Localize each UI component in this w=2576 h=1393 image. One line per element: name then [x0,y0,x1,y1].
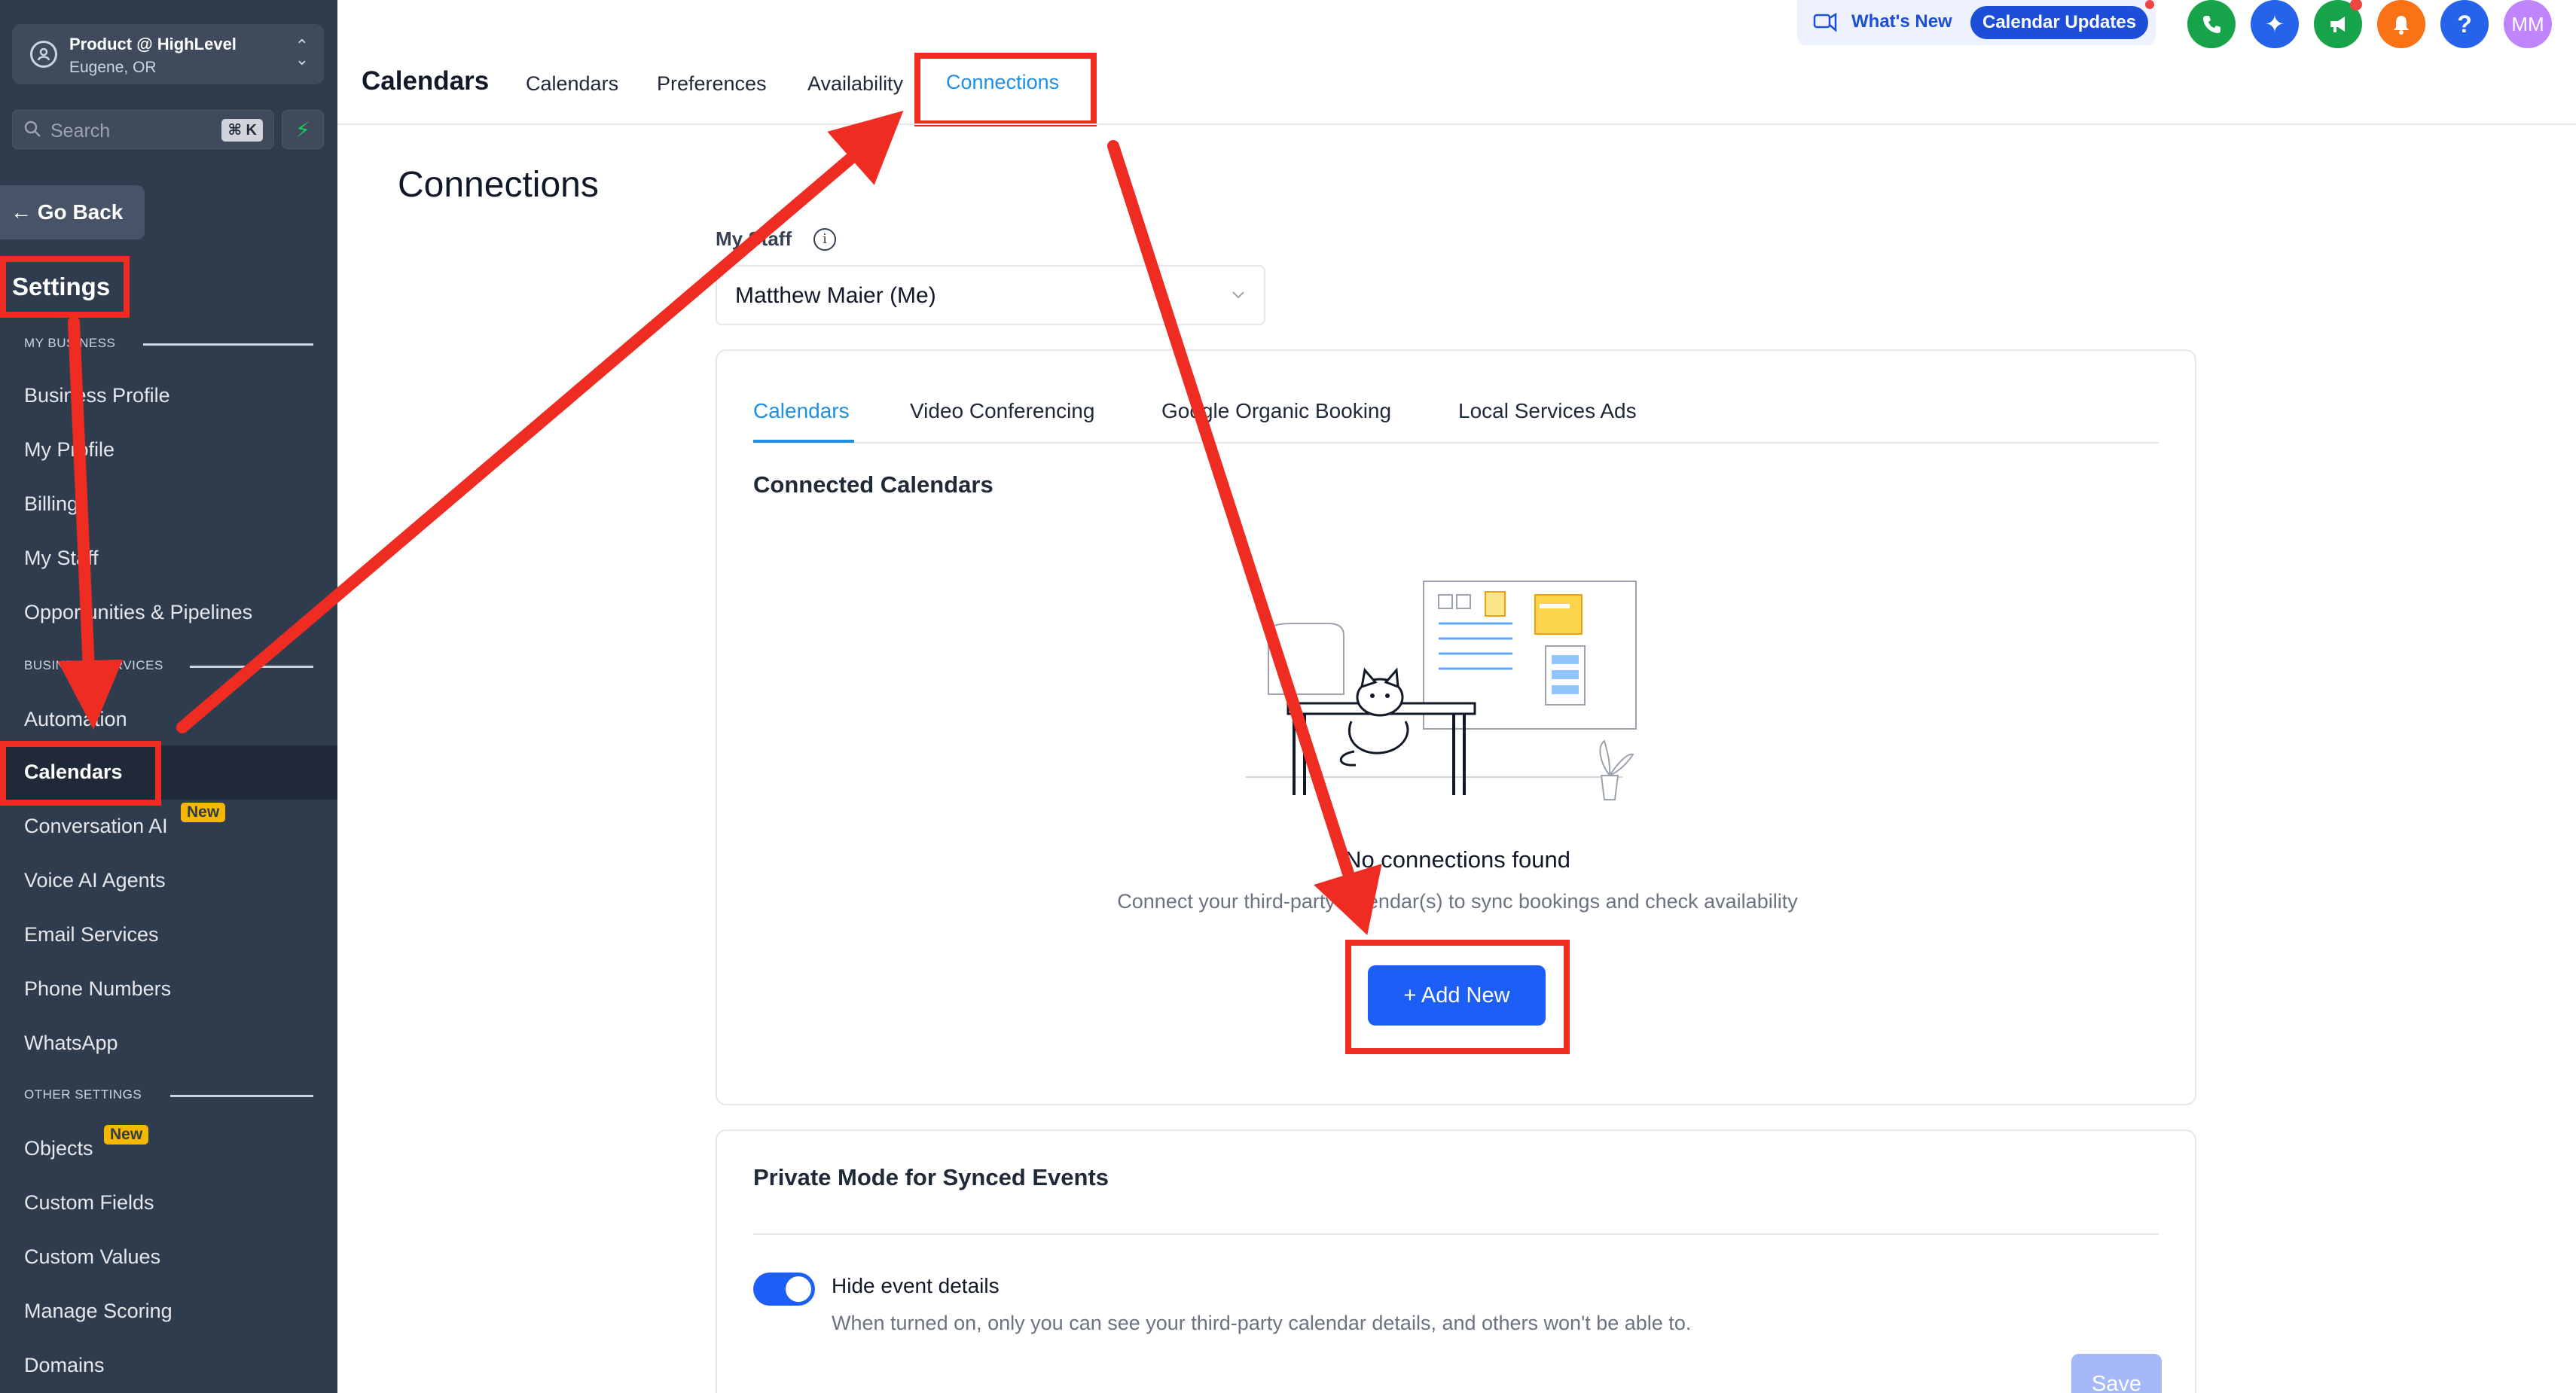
arrow-left-icon: ← [11,200,32,224]
staff-label: My Staff [716,227,792,250]
notification-dot [2350,0,2362,11]
whats-new-bar[interactable]: What's New Calendar Updates [1797,0,2156,45]
settings-title: Settings [0,256,130,318]
tab-availability[interactable]: Availability [807,72,903,96]
header-divider [337,123,2576,125]
card-divider [753,1233,2159,1235]
sidebar: Product @ HighLevel Eugene, OR ⌃ ⌄ Search… [0,0,337,1393]
sparkle-icon[interactable]: ✦ [2251,0,2299,48]
sidebar-item-business-profile[interactable]: Business Profile [24,384,170,407]
section-business-services: BUSINESS SERVICES [24,658,163,672]
sidebar-item-whatsapp[interactable]: WhatsApp [24,1032,118,1055]
bell-icon[interactable] [2377,0,2425,48]
sidebar-item-my-staff[interactable]: My Staff [24,547,99,570]
new-badge: New [104,1125,149,1145]
toggle-knob [786,1276,811,1302]
section-divider [190,666,313,668]
sidebar-item-custom-values[interactable]: Custom Values [24,1245,160,1269]
announcement-icon[interactable] [2314,0,2362,48]
go-back-label: Go Back [37,200,124,224]
search-shortcut: ⌘ K [221,119,263,142]
sidebar-item-conversation-ai[interactable]: Conversation AI [24,815,168,838]
user-circle-icon [30,41,57,68]
sidebar-item-manage-scoring[interactable]: Manage Scoring [24,1300,172,1323]
search-input[interactable]: Search ⌘ K [12,110,274,149]
app-title: Calendars [362,66,490,96]
new-badge: New [181,803,226,822]
subtab-video-conferencing[interactable]: Video Conferencing [910,399,1094,423]
sidebar-item-custom-fields[interactable]: Custom Fields [24,1191,154,1215]
subtab-calendars[interactable]: Calendars [753,399,850,423]
save-button[interactable]: Save [2071,1354,2162,1393]
megaphone-icon [1813,12,1837,32]
subtab-active-indicator [753,440,854,443]
sidebar-item-billing[interactable]: Billing [24,492,78,516]
calendar-updates-button[interactable]: Calendar Updates [1970,6,2149,39]
avatar[interactable]: MM [2504,0,2552,48]
help-icon[interactable]: ? [2440,0,2489,48]
connected-calendars-heading: Connected Calendars [753,471,993,498]
hide-event-details-toggle[interactable] [753,1273,815,1306]
annotation-box-connections [914,53,1097,126]
notification-dot [2145,0,2154,9]
subtab-google-organic-booking[interactable]: Google Organic Booking [1161,399,1391,423]
subtab-local-services-ads[interactable]: Local Services Ads [1458,399,1637,423]
sidebar-item-voice-ai-agents[interactable]: Voice AI Agents [24,869,166,892]
sidebar-item-domains[interactable]: Domains [24,1354,105,1377]
empty-state-illustration [1246,581,1637,800]
chevron-updown-icon: ⌃ ⌄ [295,36,309,69]
toggle-label: Hide event details [832,1274,1000,1297]
go-back-button[interactable]: ← Go Back [0,185,145,239]
account-location: Eugene, OR [69,59,157,76]
account-switcher[interactable]: Product @ HighLevel Eugene, OR ⌃ ⌄ [12,24,324,84]
sidebar-item-phone-numbers[interactable]: Phone Numbers [24,977,171,1001]
account-name: Product @ HighLevel [69,35,237,53]
sidebar-item-objects[interactable]: Objects [24,1137,93,1160]
empty-state-description: Connect your third-party calendar(s) to … [1117,890,1798,913]
sidebar-item-automation[interactable]: Automation [24,708,127,731]
section-other-settings: OTHER SETTINGS [24,1087,142,1102]
subtabs-divider [753,442,2159,444]
empty-state-title: No connections found [1344,846,1570,873]
sidebar-item-my-profile[interactable]: My Profile [24,438,114,462]
staff-select-value: Matthew Maier (Me) [735,283,936,308]
toggle-description: When turned on, only you can see your th… [832,1312,1692,1334]
staff-select[interactable]: Matthew Maier (Me) [716,265,1265,325]
phone-icon[interactable] [2187,0,2236,48]
search-icon [24,120,41,137]
chevron-down-icon [1232,291,1244,299]
tab-calendars[interactable]: Calendars [526,72,618,96]
info-icon[interactable]: i [813,228,836,251]
search-placeholder: Search [50,120,111,142]
private-mode-heading: Private Mode for Synced Events [753,1164,1109,1190]
bolt-icon[interactable]: ⚡ [282,110,324,149]
section-divider [143,343,313,346]
sidebar-item-opportunities[interactable]: Opportunities & Pipelines [24,601,252,624]
tab-preferences[interactable]: Preferences [657,72,767,96]
section-my-business: MY BUSINESS [24,336,116,350]
private-mode-card: Private Mode for Synced Events Hide even… [716,1129,2196,1393]
whats-new-link[interactable]: What's New [1851,11,1952,32]
section-divider [170,1095,313,1097]
page-title: Connections [398,165,599,205]
sidebar-item-email-services[interactable]: Email Services [24,923,159,946]
annotation-box-add-new [1345,940,1570,1054]
annotation-box-calendars [0,741,161,806]
